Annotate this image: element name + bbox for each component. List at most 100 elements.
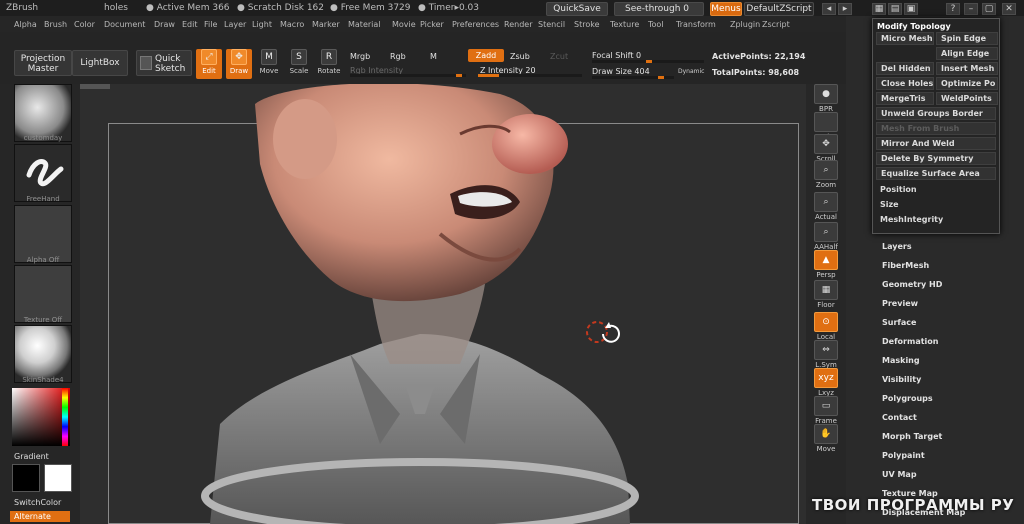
topology-equalize-surface-area[interactable]: Equalize Surface Area [876, 167, 996, 180]
projection-master-button[interactable]: Projection Master [14, 50, 72, 76]
draw-tool[interactable]: ✥ Draw [226, 49, 252, 79]
topology-unweld-groups-border[interactable]: Unweld Groups Border [876, 107, 996, 120]
actual-button[interactable]: ⌕ Actual [812, 192, 840, 221]
m-button[interactable]: M [430, 52, 437, 61]
menu-edit[interactable]: Edit [182, 20, 198, 29]
zcut-button[interactable]: Zcut [550, 52, 568, 61]
bpr-button[interactable]: ● BPR [812, 84, 840, 113]
palette-icon[interactable]: ▦ [872, 3, 886, 15]
palette-morph-target[interactable]: Morph Target [882, 432, 942, 441]
menu-zplugin[interactable]: Zplugin [730, 20, 760, 29]
see-through-slider[interactable]: See-through 0 [614, 2, 704, 16]
zsub-button[interactable]: Zsub [510, 52, 530, 61]
menu-marker[interactable]: Marker [312, 20, 340, 29]
rgb-button[interactable]: Rgb [390, 52, 406, 61]
topology-align-edge[interactable]: Align Edge [936, 47, 998, 60]
palette-displacement-map[interactable]: Displacement Map [882, 508, 965, 517]
palette-masking[interactable]: Masking [882, 356, 920, 365]
menu-light[interactable]: Light [252, 20, 272, 29]
alpha-thumbnail[interactable] [14, 205, 72, 263]
z-intensity-slider[interactable] [478, 74, 582, 77]
close-icon[interactable]: ✕ [1002, 3, 1016, 15]
dynamic-button[interactable]: Dynamic [678, 68, 704, 75]
palette-uv-map[interactable]: UV Map [882, 470, 917, 479]
gradient-label[interactable]: Gradient [14, 452, 49, 461]
default-zscript-button[interactable]: DefaultZScript [744, 2, 814, 16]
restore-icon[interactable]: ▢ [982, 3, 996, 15]
palette-deformation[interactable]: Deformation [882, 337, 938, 346]
menu-preferences[interactable]: Preferences [452, 20, 499, 29]
canvas-viewport[interactable] [80, 84, 806, 524]
move-tool[interactable]: M Move [256, 49, 282, 79]
layout-right-icon[interactable]: ▸ [838, 3, 852, 15]
menu-transform[interactable]: Transform [676, 20, 716, 29]
quick-sketch-button[interactable]: Quick Sketch [136, 50, 192, 76]
scale-tool[interactable]: S Scale [286, 49, 312, 79]
palette-layers[interactable]: Layers [882, 242, 912, 251]
local-button[interactable]: ⊙ Local [812, 312, 840, 341]
menu-tool[interactable]: Tool [648, 20, 664, 29]
hue-strip[interactable] [62, 388, 68, 446]
palette-texture-map[interactable]: Texture Map [882, 489, 938, 498]
palette-visibility[interactable]: Visibility [882, 375, 921, 384]
stroke-thumbnail[interactable] [14, 144, 72, 202]
topology-weldpoints[interactable]: WeldPoints [936, 92, 998, 105]
menu-movie[interactable]: Movie [392, 20, 416, 29]
topology-meshintegrity[interactable]: MeshIntegrity [876, 214, 996, 227]
lsym-button[interactable]: ⇔ L.Sym [812, 340, 840, 369]
menu-draw[interactable]: Draw [154, 20, 175, 29]
secondary-color-swatch[interactable] [44, 464, 72, 492]
menu-stroke[interactable]: Stroke [574, 20, 600, 29]
menu-alpha[interactable]: Alpha [14, 20, 37, 29]
focal-shift-slider[interactable] [592, 60, 704, 63]
lightbox-button[interactable]: LightBox [72, 50, 128, 76]
topology-del-hidden[interactable]: Del Hidden [876, 62, 934, 75]
menu-picker[interactable]: Picker [420, 20, 444, 29]
scroll-button[interactable]: ✥ Scroll [812, 134, 840, 163]
menu-file[interactable]: File [204, 20, 217, 29]
material-thumbnail[interactable] [14, 325, 72, 383]
persp-button[interactable]: ▲ Persp [812, 250, 840, 279]
frame-button[interactable]: ▭ Frame [812, 396, 840, 425]
menu-layer[interactable]: Layer [224, 20, 246, 29]
menu-zscript[interactable]: Zscript [762, 20, 790, 29]
quicksave-button[interactable]: QuickSave [546, 2, 608, 16]
mrgb-button[interactable]: Mrgb [350, 52, 370, 61]
menu-document[interactable]: Document [104, 20, 145, 29]
topology-mirror-and-weld[interactable]: Mirror And Weld [876, 137, 996, 150]
edit-tool[interactable]: ⤢ Edit [196, 49, 222, 79]
topology-micro-mesh[interactable]: Micro Mesh [876, 32, 934, 45]
menu-material[interactable]: Material [348, 20, 381, 29]
draw-size-slider[interactable] [592, 76, 674, 79]
rotate-tool[interactable]: R Rotate [316, 49, 342, 79]
lxyz-button[interactable]: xyz Lxyz [812, 368, 840, 397]
palette-polygroups[interactable]: Polygroups [882, 394, 933, 403]
menu-color[interactable]: Color [74, 20, 95, 29]
topology-optimize-po[interactable]: Optimize Po [936, 77, 998, 90]
topology-size[interactable]: Size [876, 199, 996, 212]
alternate-button[interactable]: Alternate [10, 511, 70, 522]
modify-topology-title[interactable]: Modify Topology [877, 22, 951, 31]
layout-icon[interactable]: ▤ [888, 3, 902, 15]
topology-insert-mesh[interactable]: Insert Mesh [936, 62, 998, 75]
floor-button[interactable]: ▦ Floor [812, 280, 840, 309]
topology-close-holes[interactable]: Close Holes [876, 77, 934, 90]
palette-contact[interactable]: Contact [882, 413, 917, 422]
menu-texture[interactable]: Texture [610, 20, 639, 29]
menu-stencil[interactable]: Stencil [538, 20, 565, 29]
topology-spin-edge[interactable]: Spin Edge [936, 32, 998, 45]
menu-brush[interactable]: Brush [44, 20, 67, 29]
palette-preview[interactable]: Preview [882, 299, 918, 308]
palette-surface[interactable]: Surface [882, 318, 916, 327]
zoom-button[interactable]: ⌕ Zoom [812, 160, 840, 189]
topology-position[interactable]: Position [876, 184, 996, 197]
menus-button[interactable]: Menus [710, 2, 742, 16]
minimize-icon[interactable]: – [964, 3, 978, 15]
topology-delete-by-symmetry[interactable]: Delete By Symmetry [876, 152, 996, 165]
palette-polypaint[interactable]: Polypaint [882, 451, 925, 460]
zadd-button[interactable]: Zadd [468, 49, 504, 62]
interface-icon[interactable]: ▣ [904, 3, 918, 15]
menu-render[interactable]: Render [504, 20, 532, 29]
palette-fibermesh[interactable]: FiberMesh [882, 261, 929, 270]
texture-thumbnail[interactable] [14, 265, 72, 323]
